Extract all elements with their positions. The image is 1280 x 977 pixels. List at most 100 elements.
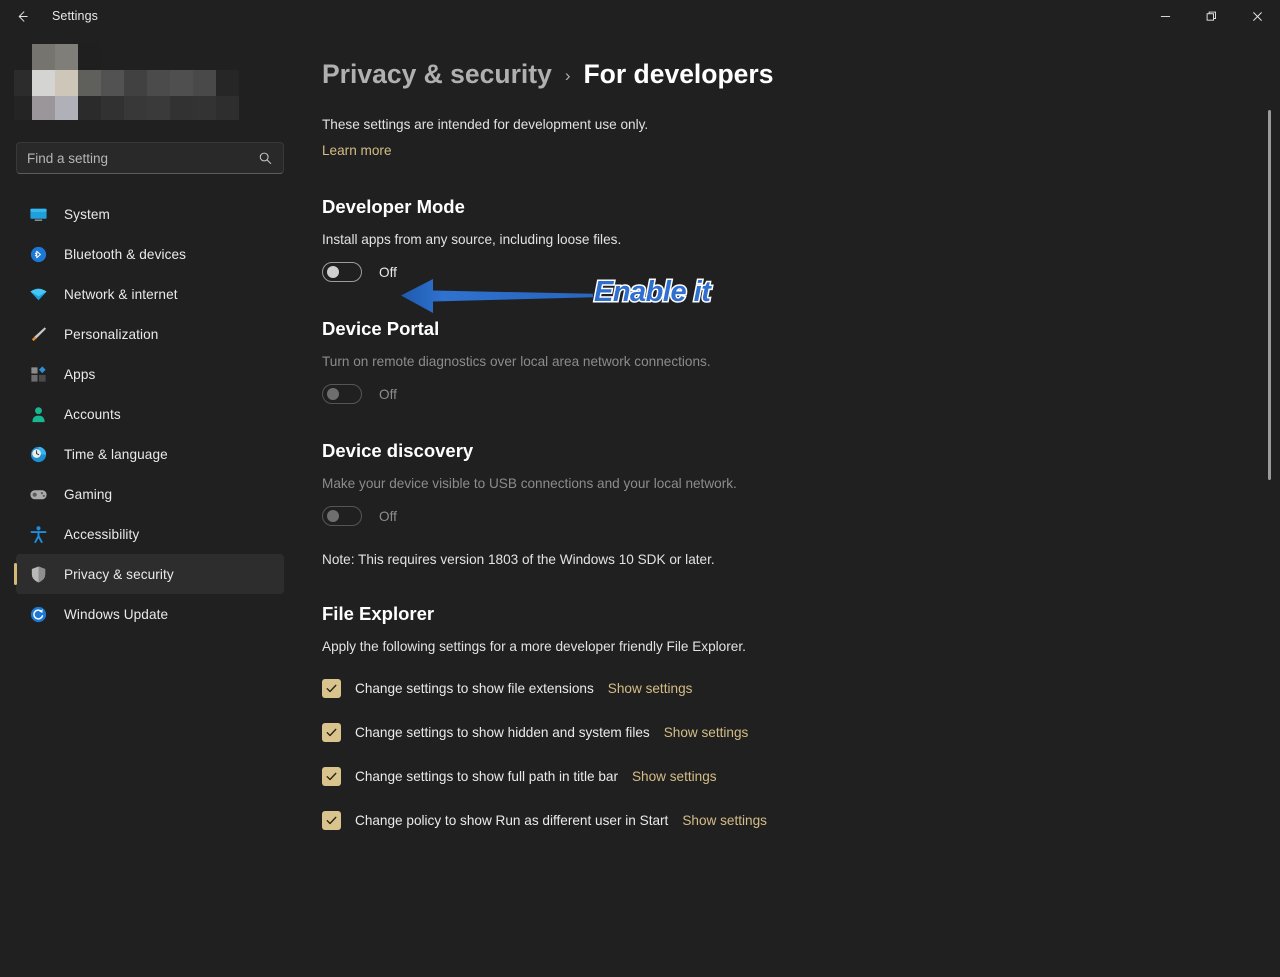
paintbrush-icon <box>28 324 48 344</box>
show-settings-link[interactable]: Show settings <box>632 769 717 784</box>
developer-mode-toggle[interactable] <box>322 262 362 282</box>
show-settings-link[interactable]: Show settings <box>664 725 749 740</box>
developer-mode-row: Off <box>322 262 1280 282</box>
close-button[interactable] <box>1234 0 1280 32</box>
list-item: Change policy to show Run as different u… <box>322 811 1280 830</box>
device-discovery-toggle-state: Off <box>379 508 397 524</box>
sidebar-item-network-internet[interactable]: Network & internet <box>16 274 284 314</box>
search-icon <box>259 152 272 164</box>
chevron-right-icon: › <box>564 66 571 85</box>
device-portal-description: Turn on remote diagnostics over local ar… <box>322 354 711 369</box>
checkmark-icon <box>326 816 337 825</box>
device-portal-toggle-state: Off <box>379 386 397 402</box>
toggle-knob <box>327 510 339 522</box>
back-arrow-icon <box>18 10 28 22</box>
bluetooth-icon <box>28 244 48 264</box>
file-explorer-description: Apply the following settings for a more … <box>322 639 746 654</box>
list-item-label: Change policy to show Run as different u… <box>355 813 669 828</box>
sidebar-item-accessibility[interactable]: Accessibility <box>16 514 284 554</box>
settings-window: Settings Find a setting System Bluetooth… <box>0 0 1280 977</box>
show-settings-link[interactable]: Show settings <box>682 813 767 828</box>
search-box[interactable] <box>16 142 284 174</box>
breadcrumb-parent[interactable]: Privacy & security <box>322 59 552 90</box>
developer-mode-toggle-state: Off <box>379 264 397 280</box>
device-discovery-toggle <box>322 506 362 526</box>
checkmark-icon <box>326 684 337 693</box>
main-content: Privacy & security › For developers Thes… <box>300 32 1280 977</box>
device-discovery-row: Off <box>322 506 1280 526</box>
accessibility-icon <box>28 524 48 544</box>
wifi-icon <box>28 284 48 304</box>
sidebar-item-bluetooth-devices[interactable]: Bluetooth & devices <box>16 234 284 274</box>
run-as-different-user-checkbox[interactable] <box>322 811 341 830</box>
sidebar-item-label: Apps <box>64 366 96 382</box>
list-item-label: Change settings to show hidden and syste… <box>355 725 650 740</box>
intro-text: These settings are intended for developm… <box>322 117 649 132</box>
sidebar-item-label: Gaming <box>64 486 113 502</box>
list-item: Change settings to show full path in tit… <box>322 767 1280 786</box>
sidebar-item-system[interactable]: System <box>16 194 284 234</box>
scrollbar[interactable] <box>1262 32 1276 977</box>
apps-icon <box>28 364 48 384</box>
toggle-knob <box>327 266 339 278</box>
page-title: For developers <box>583 59 774 89</box>
developer-mode-heading: Developer Mode <box>322 196 465 217</box>
sidebar-item-label: Personalization <box>64 326 159 342</box>
maximize-button[interactable] <box>1188 0 1234 32</box>
sidebar-item-accounts[interactable]: Accounts <box>16 394 284 434</box>
shield-icon <box>28 564 48 584</box>
back-button[interactable] <box>0 0 44 32</box>
sidebar-item-label: Network & internet <box>64 286 178 302</box>
show-settings-link[interactable]: Show settings <box>608 681 693 696</box>
app-title: Settings <box>52 9 98 23</box>
sidebar-item-label: Time & language <box>64 446 168 462</box>
sidebar-nav: System Bluetooth & devices Network & int… <box>0 194 300 634</box>
list-item-label: Change settings to show full path in tit… <box>355 769 618 784</box>
close-icon <box>1252 11 1262 21</box>
file-extensions-checkbox[interactable] <box>322 679 341 698</box>
sidebar-item-time-language[interactable]: Time & language <box>16 434 284 474</box>
gamepad-icon <box>28 484 48 504</box>
title-bar: Settings <box>0 0 1280 32</box>
full-path-title-bar-checkbox[interactable] <box>322 767 341 786</box>
sidebar-item-apps[interactable]: Apps <box>16 354 284 394</box>
sidebar-item-label: Privacy & security <box>64 566 174 582</box>
sidebar-item-label: Bluetooth & devices <box>64 246 187 262</box>
person-icon <box>28 404 48 424</box>
clock-icon <box>28 444 48 464</box>
sidebar-item-label: Windows Update <box>64 606 169 622</box>
sidebar-item-personalization[interactable]: Personalization <box>16 314 284 354</box>
device-discovery-note: Note: This requires version 1803 of the … <box>322 552 715 567</box>
device-discovery-description: Make your device visible to USB connecti… <box>322 476 737 491</box>
checkmark-icon <box>326 772 337 781</box>
breadcrumb: Privacy & security › For developers <box>322 59 1280 90</box>
window-controls <box>1142 0 1280 32</box>
device-portal-heading: Device Portal <box>322 318 440 339</box>
sidebar-item-windows-update[interactable]: Windows Update <box>16 594 284 634</box>
device-discovery-heading: Device discovery <box>322 440 474 461</box>
search-input[interactable] <box>27 150 258 166</box>
sidebar-item-privacy-security[interactable]: Privacy & security <box>14 554 284 594</box>
sidebar-item-label: Accounts <box>64 406 121 422</box>
pixelated-profile-icon <box>14 42 244 120</box>
list-item: Change settings to show file extensions … <box>322 679 1280 698</box>
developer-mode-description: Install apps from any source, including … <box>322 232 622 247</box>
device-portal-row: Off <box>322 384 1280 404</box>
list-item-label: Change settings to show file extensions <box>355 681 594 696</box>
minimize-button[interactable] <box>1142 0 1188 32</box>
list-item: Change settings to show hidden and syste… <box>322 723 1280 742</box>
checkmark-icon <box>326 728 337 737</box>
sidebar-item-gaming[interactable]: Gaming <box>16 474 284 514</box>
hidden-system-files-checkbox[interactable] <box>322 723 341 742</box>
device-portal-toggle <box>322 384 362 404</box>
restore-icon <box>1206 11 1216 21</box>
scrollbar-thumb[interactable] <box>1268 110 1271 480</box>
sidebar-item-label: System <box>64 206 110 222</box>
file-explorer-heading: File Explorer <box>322 603 435 624</box>
monitor-icon <box>28 204 48 224</box>
learn-more-link[interactable]: Learn more <box>322 143 392 158</box>
sidebar: System Bluetooth & devices <box>0 32 300 977</box>
user-profile-redacted[interactable] <box>14 42 244 120</box>
minimize-icon <box>1160 15 1170 17</box>
sidebar-item-label: Accessibility <box>64 526 140 542</box>
